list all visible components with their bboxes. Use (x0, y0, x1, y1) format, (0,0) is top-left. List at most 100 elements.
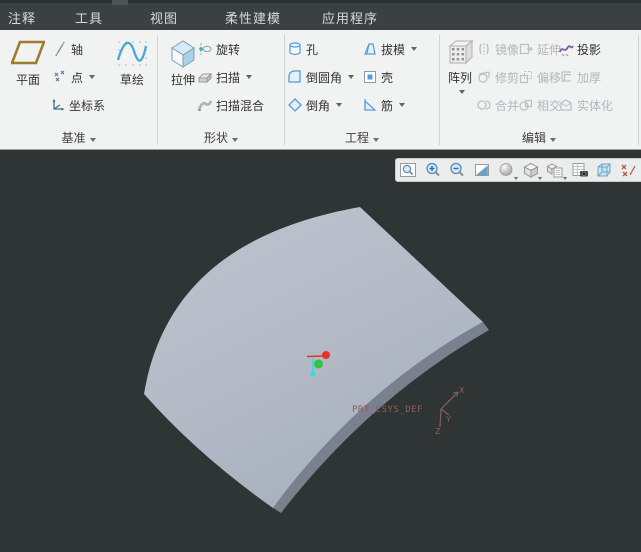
zoom-window-icon (400, 163, 417, 177)
trim-label: 修剪 (495, 70, 520, 85)
pattern-button[interactable]: 阵列 (442, 36, 478, 94)
shading-style-button[interactable] (494, 159, 519, 181)
sketch-label: 草绘 (119, 73, 144, 87)
axis-y-label: Y (445, 415, 451, 424)
group-label-engineering[interactable]: 工程 (285, 129, 439, 146)
perspective-button[interactable] (592, 159, 617, 181)
zoom-in-icon (426, 162, 440, 177)
revolve-label: 旋转 (216, 42, 241, 57)
rib-label: 筋 (381, 98, 394, 113)
shell-icon (364, 71, 376, 83)
tab-applications[interactable]: 应用程序 (322, 8, 378, 27)
merge-button: 合并 (476, 94, 519, 116)
zoom-out-icon (450, 162, 464, 177)
view-manager-button[interactable] (568, 159, 593, 181)
plane-icon (11, 40, 45, 65)
merge-label: 合并 (495, 98, 520, 113)
draft-icon (364, 43, 376, 55)
group-label-datum[interactable]: 基准 (0, 129, 157, 146)
solidify-button: 实体化 (558, 94, 613, 116)
sketch-button[interactable]: 草绘 (112, 36, 152, 87)
saved-orientations-button[interactable] (543, 159, 568, 181)
zoom-in-button[interactable] (421, 159, 446, 181)
shell-button[interactable]: 壳 (362, 66, 393, 88)
csys-label: 坐标系 (69, 98, 106, 113)
extrude-label: 拉伸 (170, 73, 195, 87)
group-label-editing[interactable]: 编辑 (440, 129, 638, 146)
menu-bar: 注释 工具 视图 柔性建模 应用程序 (0, 0, 641, 30)
pattern-label: 阵列 (447, 71, 472, 85)
extend-icon (519, 43, 533, 55)
tab-annotate[interactable]: 注释 (8, 8, 36, 27)
creo-window: 注释 工具 视图 柔性建模 应用程序 平面 轴 点 坐标系 草绘 基准 拉伸 旋… (0, 0, 641, 552)
datum-display-filters-button[interactable] (617, 159, 641, 181)
group-expand-arrow-icon (232, 138, 238, 142)
draft-label: 拔模 (381, 42, 406, 57)
dropdown-arrow-icon (89, 75, 96, 79)
axis-icon (55, 41, 65, 57)
datum-display-filters-icon (621, 164, 636, 177)
group-engineering: 孔 倒圆角 倒角 拔模 壳 筋 工程 (285, 30, 439, 150)
axis-z-label: Z (435, 427, 441, 436)
csys-name-label[interactable]: PRT_CSYS_DEF (352, 405, 423, 415)
project-button[interactable]: 投影 (558, 38, 601, 60)
plane-button[interactable]: 平面 (6, 36, 50, 87)
point-button[interactable]: 点 (52, 66, 96, 88)
tab-flexible-modeling[interactable]: 柔性建模 (225, 8, 281, 27)
dropdown-arrow-icon (348, 75, 355, 79)
group-datum: 平面 轴 点 坐标系 草绘 基准 (0, 30, 157, 150)
quick-access-notch (112, 0, 128, 5)
tab-view[interactable]: 视图 (150, 8, 178, 27)
graphics-viewport[interactable]: PRT_CSYS_DEF X Y Z (0, 151, 641, 552)
zoom-out-button[interactable] (445, 159, 470, 181)
intersect-button: 相交 (518, 94, 561, 116)
round-button[interactable]: 倒圆角 (287, 66, 355, 88)
group-expand-arrow-icon (373, 138, 379, 142)
chamfer-button[interactable]: 倒角 (287, 94, 343, 116)
swept-blend-button[interactable]: 扫描混合 (197, 94, 264, 116)
group-shapes: 拉伸 旋转 扫描 扫描混合 形状 (158, 30, 284, 150)
thicken-icon (561, 71, 571, 82)
solidify-icon (560, 99, 572, 111)
rib-button[interactable]: 筋 (362, 94, 406, 116)
group-divider (638, 35, 639, 145)
dropdown-arrow-icon (513, 177, 518, 180)
display-style-button[interactable] (519, 159, 544, 181)
view-toolbar (395, 158, 641, 182)
trim-button: 修剪 (476, 66, 519, 88)
sweep-icon (197, 72, 213, 84)
revolve-button[interactable]: 旋转 (197, 38, 240, 60)
sweep-button[interactable]: 扫描 (197, 66, 253, 88)
rib-icon (364, 99, 377, 111)
dropdown-arrow-icon (411, 47, 418, 51)
axis-button[interactable]: 轴 (52, 38, 83, 60)
axis-x-label: X (459, 386, 465, 395)
offset-button: 偏移 (518, 66, 561, 88)
trim-icon (478, 71, 490, 83)
hole-button[interactable]: 孔 (287, 38, 318, 60)
extrude-icon (171, 40, 195, 68)
solidify-label: 实体化 (577, 98, 614, 113)
zoom-window-button[interactable] (396, 159, 421, 181)
group-expand-arrow-icon (89, 138, 96, 142)
extend-button: 延伸 (518, 38, 561, 60)
swept-blend-label: 扫描混合 (216, 98, 265, 113)
group-editing: 阵列 镜像 修剪 合并 延伸 偏移 相交 投影 加厚 实体化 编辑 (440, 30, 638, 150)
dropdown-arrow-icon (562, 177, 567, 180)
group-label-shapes[interactable]: 形状 (158, 129, 284, 146)
round-label: 倒圆角 (306, 70, 343, 85)
hole-label: 孔 (306, 42, 319, 57)
point-label: 点 (71, 70, 84, 85)
thicken-label: 加厚 (577, 70, 602, 85)
csys-button[interactable]: 坐标系 (50, 94, 105, 116)
chamfer-icon (288, 98, 302, 112)
project-icon (559, 45, 574, 57)
tab-tools[interactable]: 工具 (75, 8, 103, 27)
revolve-icon (199, 43, 212, 55)
refit-button[interactable] (470, 159, 495, 181)
ribbon: 平面 轴 点 坐标系 草绘 基准 拉伸 旋转 扫描 扫描混合 形状 孔 倒圆角 … (0, 30, 641, 150)
draft-button[interactable]: 拔模 (362, 38, 418, 60)
project-label: 投影 (577, 42, 602, 57)
model-scene: PRT_CSYS_DEF X Y Z (144, 207, 489, 513)
mirror-button: 镜像 (476, 38, 519, 60)
